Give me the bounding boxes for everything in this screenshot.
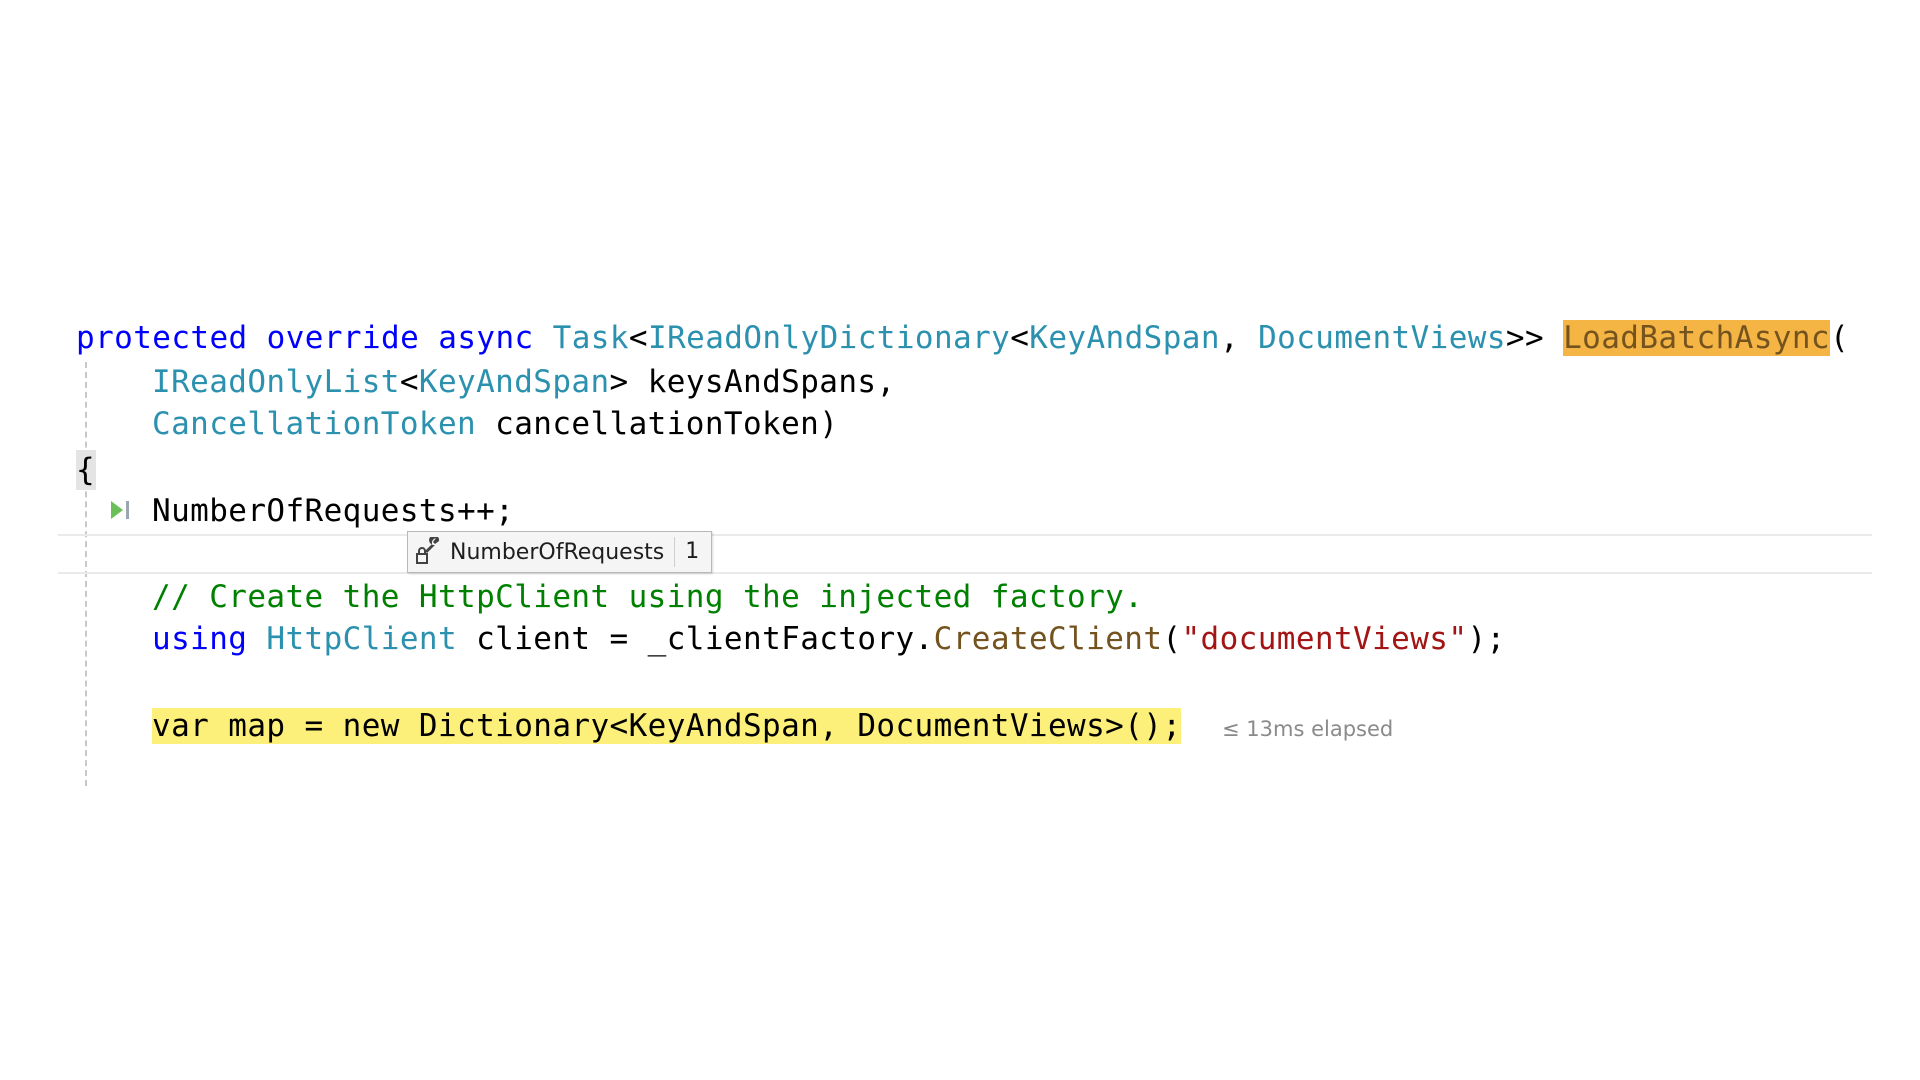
code-line-using[interactable]: using HttpClient client = _clientFactory… (152, 619, 1506, 659)
type-keyandspan: KeyAndSpan (1029, 320, 1220, 356)
string-literal: "documentViews" (1181, 621, 1468, 657)
step-pointer-icon (111, 501, 129, 519)
punct-open-paren: ( (1162, 621, 1182, 657)
punct-lt: < (1010, 320, 1030, 356)
indent-guide (85, 362, 87, 786)
assignment-client: client = _clientFactory. (457, 621, 934, 657)
punct-close: ); (1467, 621, 1506, 657)
type-ireadonlydictionary: IReadOnlyDictionary (648, 320, 1011, 356)
datatip-separator-bottom (58, 572, 1872, 574)
type-task: Task (552, 320, 629, 356)
method-name-loadbatchasync[interactable]: LoadBatchAsync (1563, 320, 1830, 356)
punct-lt: < (628, 320, 648, 356)
code-comment: // Create the HttpClient using the injec… (152, 579, 1144, 615)
punct-open-paren: ( (1830, 320, 1850, 356)
perf-tip[interactable]: ≤ 13ms elapsed (1222, 714, 1393, 744)
datatip-separator-top (58, 534, 1872, 536)
punct-comma: , (1219, 320, 1259, 356)
punct-gt: >> (1505, 320, 1564, 356)
statement-numberofrequests: NumberOfRequests++; (152, 493, 515, 529)
keyword-using: using (152, 621, 248, 657)
datatip-variable-name: NumberOfRequests (450, 539, 665, 565)
keyword-protected: protected (76, 320, 248, 356)
type-httpclient: HttpClient (266, 621, 458, 657)
code-line-param-token[interactable]: CancellationToken cancellationToken) (152, 404, 838, 444)
current-statement-highlight: var map = new Dictionary<KeyAndSpan, Doc… (152, 708, 1182, 744)
code-line-current-statement[interactable]: var map = new Dictionary<KeyAndSpan, Doc… (152, 706, 1182, 746)
punct-lt: < (399, 364, 419, 400)
type-documentviews: DocumentViews (1258, 320, 1506, 356)
param-cancellationtoken: cancellationToken) (476, 406, 839, 442)
method-createclient: CreateClient (933, 621, 1163, 657)
keyword-async: async (438, 320, 534, 356)
keyword-override: override (266, 320, 420, 356)
param-keysandspans: keysAndSpans, (647, 364, 896, 400)
datatip-value[interactable]: 1 (674, 537, 711, 567)
code-line-param-keys[interactable]: IReadOnlyList<KeyAndSpan> keysAndSpans, (152, 362, 896, 402)
datatip[interactable]: NumberOfRequests 1 (407, 531, 713, 573)
code-line-signature[interactable]: protected override async Task<IReadOnlyD… (76, 318, 1849, 358)
type-cancellationtoken: CancellationToken (152, 406, 477, 442)
code-line-open-brace[interactable]: { (76, 450, 95, 490)
type-keyandspan: KeyAndSpan (418, 364, 610, 400)
property-wrench-lock-icon (412, 534, 446, 570)
open-brace: { (76, 452, 96, 488)
code-line-increment[interactable]: NumberOfRequests++; (152, 491, 514, 531)
type-ireadonlylist: IReadOnlyList (152, 364, 400, 400)
code-editor[interactable]: protected override async Task<IReadOnlyD… (0, 0, 1920, 1080)
code-line-comment[interactable]: // Create the HttpClient using the injec… (152, 577, 1143, 617)
punct-gt: > (609, 364, 648, 400)
